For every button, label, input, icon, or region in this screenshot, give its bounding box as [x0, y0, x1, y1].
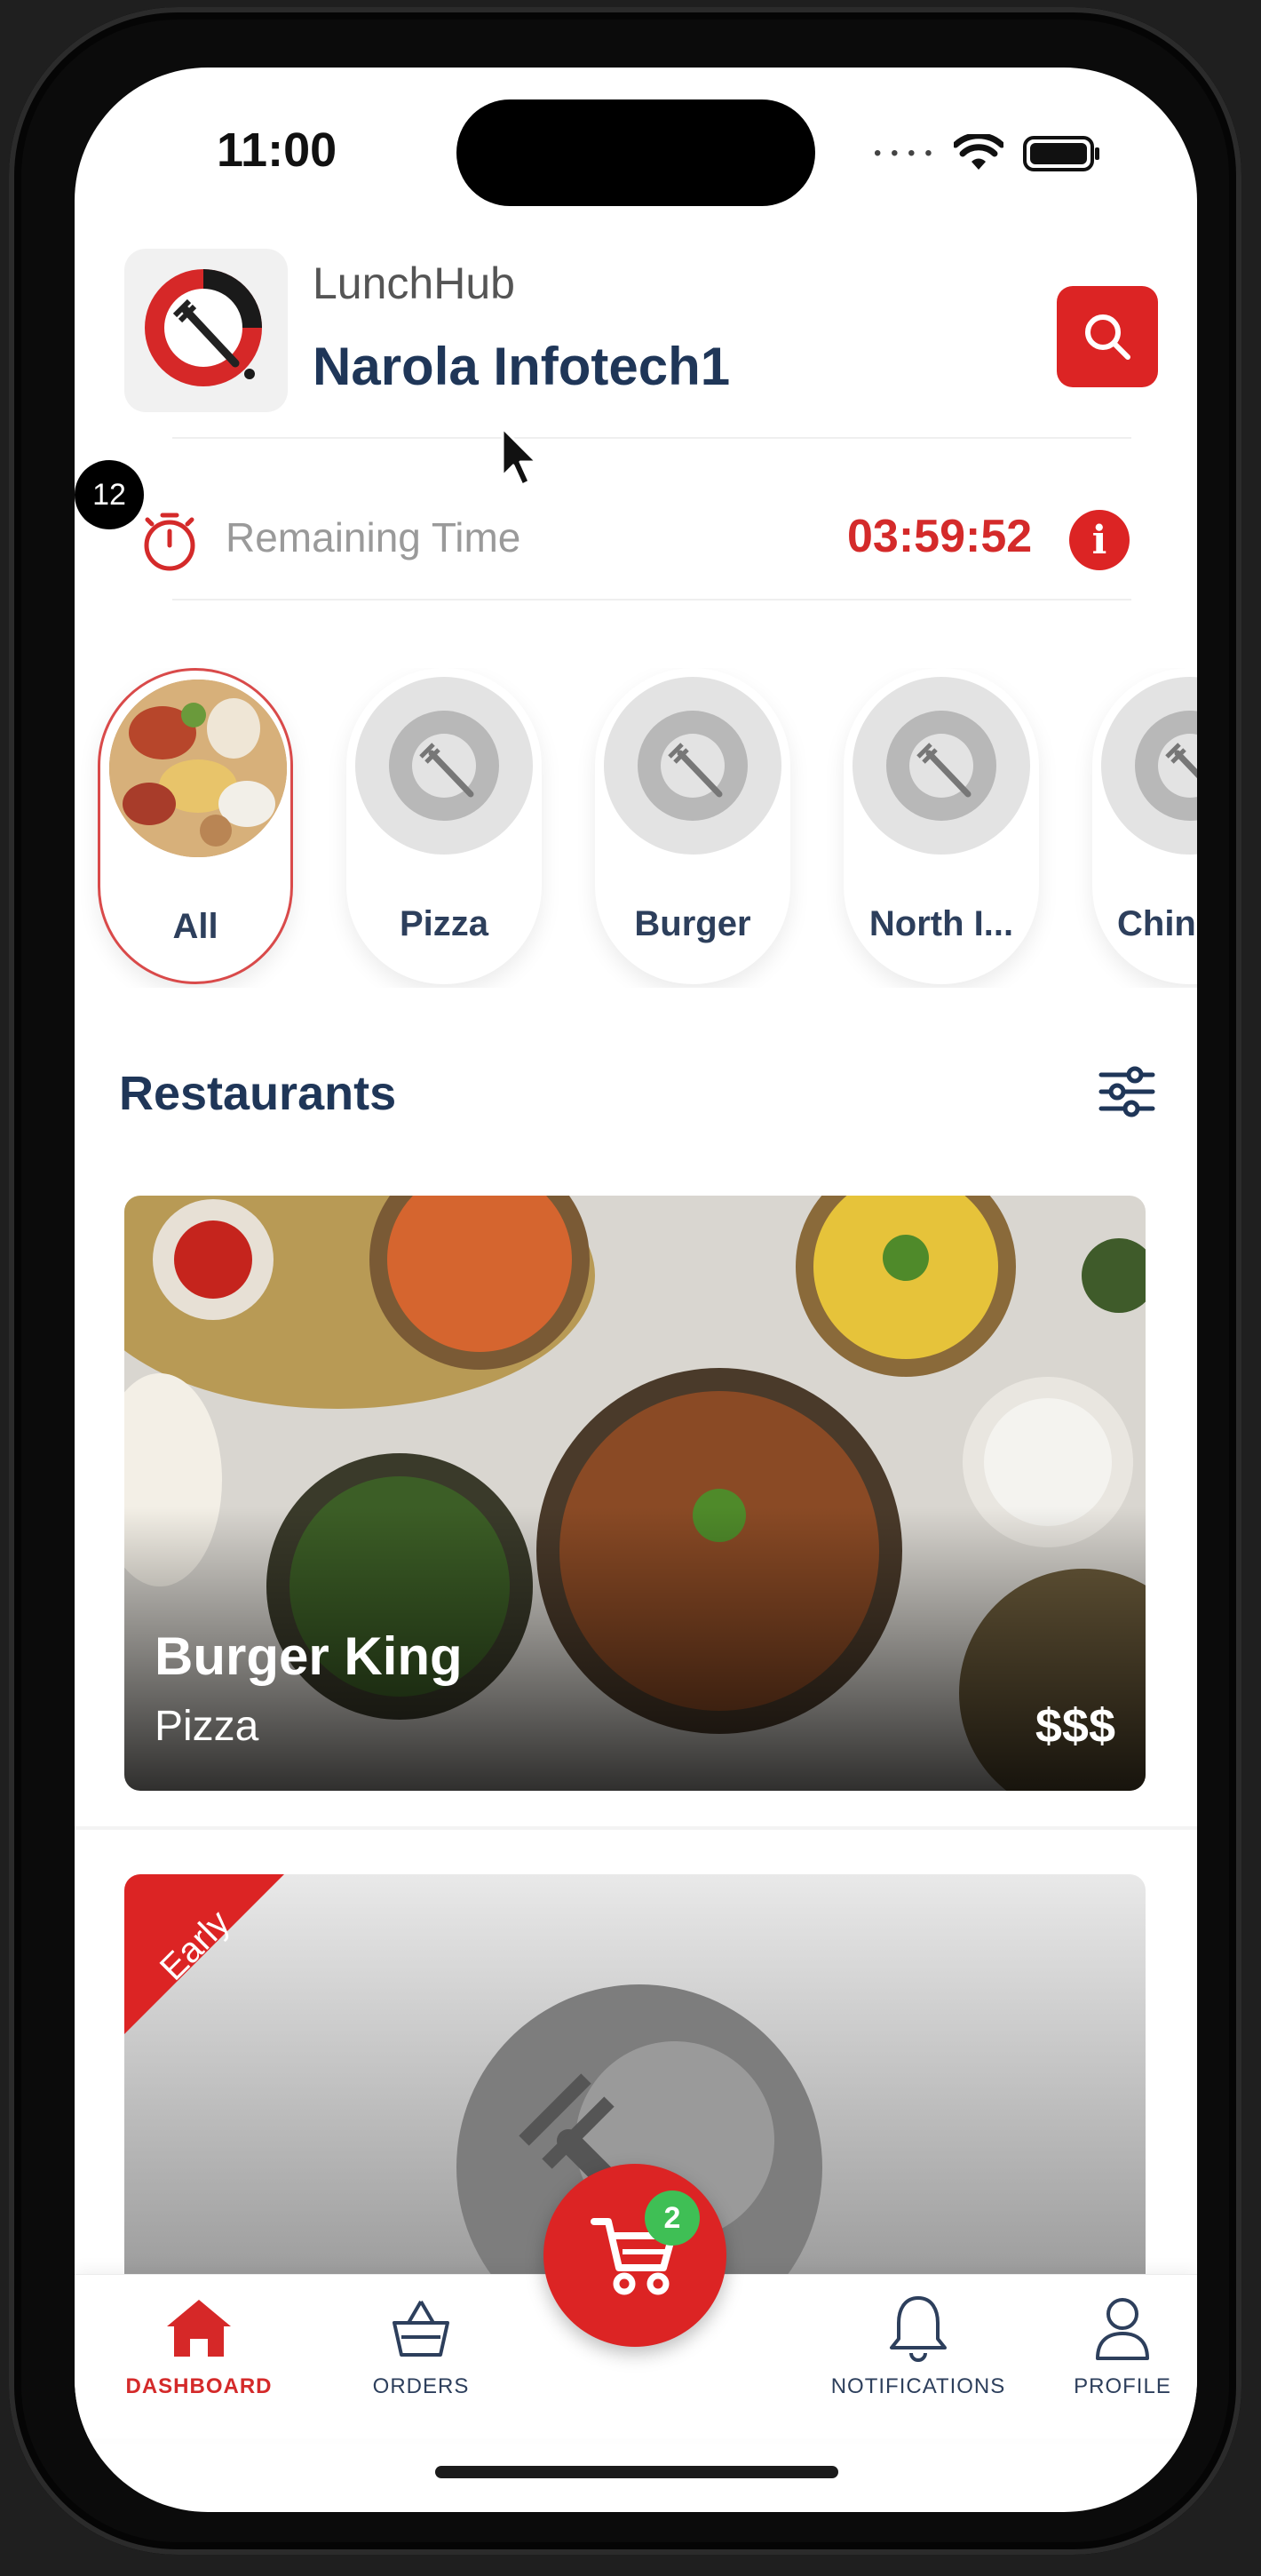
card-divider [75, 1826, 1197, 1830]
category-north-indian[interactable]: North I... [844, 668, 1039, 984]
nav-dashboard[interactable]: DASHBOARD [101, 2293, 297, 2399]
status-icons: • • • • [874, 131, 1101, 176]
dynamic-island [456, 99, 815, 206]
step-badge: 12 [75, 460, 144, 529]
nav-label: ORDERS [372, 2374, 470, 2398]
bell-icon [890, 2296, 947, 2362]
home-indicator[interactable] [435, 2466, 838, 2478]
remaining-time-row: Remaining Time 03:59:52 i [75, 485, 1197, 592]
wifi-icon [953, 134, 1003, 170]
phone-frame: 11:00 • • • • LunchHub Narola Infotech1 … [9, 7, 1241, 2555]
plate-fork-icon [1135, 711, 1197, 821]
info-icon[interactable]: i [1069, 510, 1130, 570]
remaining-time-label: Remaining Time [226, 514, 521, 561]
assorted-food-image [109, 680, 287, 857]
restaurant-price-level: $$$ [1035, 1699, 1115, 1753]
nav-profile[interactable]: PROFILE [1051, 2293, 1194, 2399]
mouse-cursor-icon [501, 426, 538, 487]
category-food-image [109, 680, 287, 857]
plate-fork-icon [638, 711, 748, 821]
user-icon [1096, 2298, 1149, 2360]
app-name: LunchHub [313, 258, 515, 308]
category-label: North I... [868, 904, 1014, 943]
remaining-time-value: 03:59:52 [847, 511, 1033, 562]
search-button[interactable] [1057, 286, 1158, 387]
header-divider [172, 437, 1131, 439]
category-placeholder [1101, 677, 1197, 855]
restaurant-card[interactable]: Burger King Pizza $$$ [124, 1196, 1146, 1791]
stopwatch-icon [144, 513, 195, 571]
plate-fork-icon [389, 711, 499, 821]
signal-icon: • • • • [874, 141, 934, 165]
app-screen: 11:00 • • • • LunchHub Narola Infotech1 … [75, 68, 1197, 2512]
cart-count-badge: 2 [645, 2190, 700, 2246]
app-logo [124, 249, 288, 412]
category-label: Chin [1117, 904, 1196, 943]
category-carousel[interactable]: All Pizza Burger North I... Chin [75, 668, 1197, 988]
category-label: All [172, 907, 218, 946]
restaurants-title: Restaurants [119, 1067, 397, 1120]
nav-orders[interactable]: ORDERS [323, 2293, 519, 2399]
category-placeholder [853, 677, 1030, 855]
category-all[interactable]: All [98, 668, 293, 984]
timer-divider [172, 599, 1131, 600]
basket-icon [393, 2300, 449, 2357]
category-label: Burger [634, 904, 751, 943]
restaurant-category: Pizza [155, 1703, 259, 1750]
restaurant-name: Burger King [155, 1626, 463, 1686]
plate-fork-icon [886, 711, 996, 821]
company-name[interactable]: Narola Infotech1 [313, 336, 730, 397]
lunchhub-logo-icon [145, 269, 262, 386]
nav-label: PROFILE [1074, 2374, 1171, 2398]
nav-label: NOTIFICATIONS [830, 2374, 1006, 2398]
category-pizza[interactable]: Pizza [346, 668, 542, 984]
search-icon [1085, 314, 1130, 360]
battery-icon [1022, 136, 1099, 171]
status-time: 11:00 [217, 123, 337, 177]
cart-button[interactable]: 2 [543, 2164, 726, 2347]
filter-icon[interactable] [1096, 1061, 1158, 1123]
nav-notifications[interactable]: NOTIFICATIONS [785, 2293, 1051, 2399]
category-placeholder [355, 677, 533, 855]
home-icon [167, 2300, 231, 2357]
category-label: Pizza [399, 904, 489, 943]
category-burger[interactable]: Burger [595, 668, 790, 984]
category-chinese[interactable]: Chin [1092, 668, 1197, 984]
category-placeholder [604, 677, 781, 855]
nav-label: DASHBOARD [125, 2374, 273, 2398]
